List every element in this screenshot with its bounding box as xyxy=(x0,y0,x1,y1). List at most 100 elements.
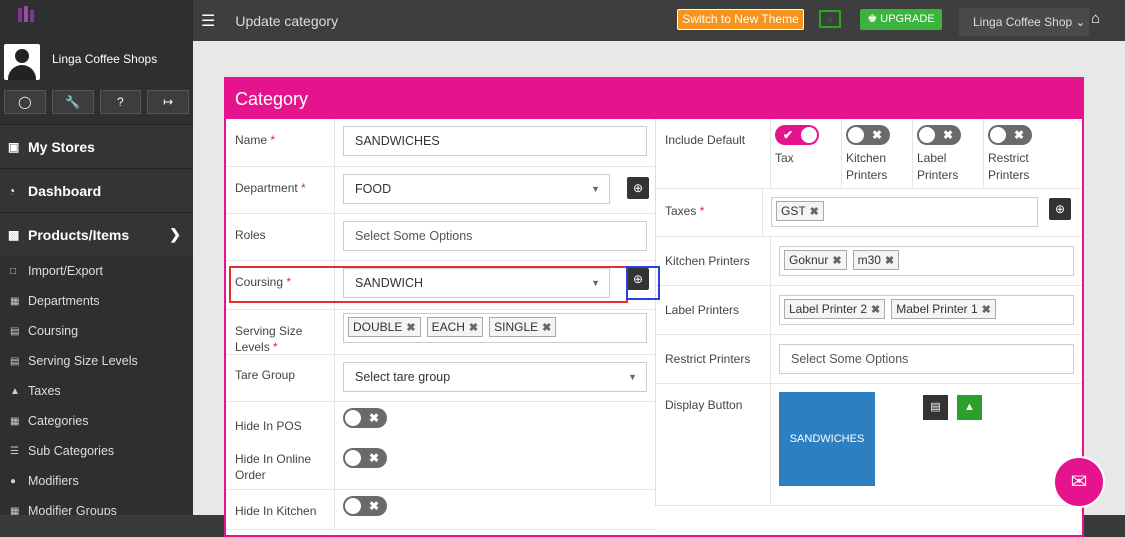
x-icon: ✖ xyxy=(871,128,882,142)
check-icon: ✔ xyxy=(783,128,794,142)
tools-button[interactable]: 🔧 xyxy=(51,90,94,114)
chevron-down-icon: ⌄ xyxy=(1075,15,1086,29)
chat-button[interactable]: ✉ xyxy=(1053,456,1105,508)
category-card: Category Name * SANDWICHES Department * … xyxy=(224,77,1084,537)
store-icon: ▣ xyxy=(8,139,20,154)
switch-theme-button[interactable]: Switch to New Theme xyxy=(677,9,804,30)
option-label: Label Printers xyxy=(917,151,959,182)
profile-button[interactable]: ◯ xyxy=(4,90,46,114)
label-printers-row: Label Printers Label Printer 2 ✖ Mabel Pr… xyxy=(656,286,1082,335)
remove-icon[interactable]: ✖ xyxy=(469,322,478,334)
home-icon[interactable]: ⌂ xyxy=(1091,10,1100,27)
serving-size-row: Serving Size Levels * DOUBLE ✖ EACH ✖ SING… xyxy=(226,310,655,355)
taxes-row: Taxes * GST ✖ ⊕ xyxy=(656,189,1082,237)
nav-taxes[interactable]: ▲ Taxes xyxy=(0,376,193,406)
tag-m30: m30 ✖ xyxy=(852,250,900,270)
dashboard-icon: ◔ xyxy=(8,183,16,198)
crown-icon: ♚ xyxy=(867,13,878,25)
nav-departments[interactable]: ▦ Departments xyxy=(0,286,193,316)
serving-size-label: Serving Size Levels * xyxy=(226,310,335,354)
include-tax-toggle[interactable]: ✔ xyxy=(775,125,819,145)
nav-label: Sub Categories xyxy=(28,444,115,458)
x-icon: ✖ xyxy=(368,451,379,465)
add-department-button[interactable]: ⊕ xyxy=(627,177,649,199)
remove-icon[interactable]: ✖ xyxy=(832,255,841,267)
tare-group-select[interactable]: Select tare group ▼ xyxy=(343,362,647,392)
label-printers-label: Label Printers xyxy=(656,286,771,334)
remove-icon[interactable]: ✖ xyxy=(982,304,991,316)
remove-icon[interactable]: ✖ xyxy=(885,255,894,267)
hide-online-row: Hide In Online Order ✖ xyxy=(226,442,655,490)
nav-modifier-groups[interactable]: ▦ Modifier Groups xyxy=(0,496,193,515)
image-gallery-button[interactable]: ▲ xyxy=(957,395,982,420)
store-name: Linga Coffee Shops xyxy=(52,52,158,66)
restrict-printers-input[interactable]: Select Some Options xyxy=(779,344,1074,374)
help-button[interactable]: ? xyxy=(99,90,142,114)
nav-modifiers[interactable]: ● Modifiers xyxy=(0,466,193,496)
include-label-printers-toggle[interactable]: ✖ xyxy=(917,125,961,145)
nav-label: Coursing xyxy=(28,324,79,338)
hide-pos-label: Hide In POS xyxy=(226,402,335,442)
include-tax-option: ✔ Tax xyxy=(771,119,842,189)
tax-icon: ▲ xyxy=(10,385,20,397)
tare-group-label: Tare Group xyxy=(226,355,335,401)
nav-dashboard[interactable]: ◔ Dashboard xyxy=(0,168,193,212)
nav-my-stores[interactable]: ▣ My Stores xyxy=(0,124,193,168)
image-upload-button[interactable]: ▤ xyxy=(923,395,948,420)
nav-label: Import/Export xyxy=(28,264,104,278)
serving-size-tags[interactable]: DOUBLE ✖ EACH ✖ SINGLE ✖ xyxy=(343,313,647,343)
roles-input[interactable]: Select Some Options xyxy=(343,221,647,251)
store-selector[interactable]: Linga Coffee Shop ⌄ xyxy=(959,8,1089,36)
option-label: Tax xyxy=(775,151,794,165)
remove-icon[interactable]: ✖ xyxy=(542,322,551,334)
nav-serving-size-levels[interactable]: ▤ Serving Size Levels xyxy=(0,346,193,376)
hide-kitchen-toggle[interactable]: ✖ xyxy=(343,496,387,516)
store-selector-label: Linga Coffee Shop xyxy=(973,15,1073,29)
page-title: Update category xyxy=(235,12,339,29)
dropdown-arrow-icon: ▼ xyxy=(591,184,600,194)
hide-pos-toggle[interactable]: ✖ xyxy=(343,408,387,428)
topbar: ☰ Update category Switch to New Theme ○ … xyxy=(193,0,1125,41)
kitchen-printers-row: Kitchen Printers Goknur ✖ m30 ✖ xyxy=(656,237,1082,286)
tare-group-row: Tare Group Select tare group ▼ xyxy=(226,355,655,402)
avatar[interactable] xyxy=(4,44,40,80)
hide-online-toggle[interactable]: ✖ xyxy=(343,448,387,468)
tare-group-placeholder: Select tare group xyxy=(355,370,451,384)
name-input[interactable]: SANDWICHES xyxy=(343,126,647,156)
include-kitchen-printers-toggle[interactable]: ✖ xyxy=(846,125,890,145)
department-select[interactable]: FOOD ▼ xyxy=(343,174,610,204)
remove-icon[interactable]: ✖ xyxy=(406,322,415,334)
hide-kitchen-label: Hide In Kitchen xyxy=(226,490,335,529)
taxes-tags[interactable]: GST ✖ xyxy=(771,197,1038,227)
nav-label: My Stores xyxy=(28,138,95,155)
nav-label: Departments xyxy=(28,294,100,308)
profile: Linga Coffee Shops xyxy=(0,42,193,88)
name-label: Name * xyxy=(226,119,335,166)
kitchen-printers-tags[interactable]: Goknur ✖ m30 ✖ xyxy=(779,246,1074,276)
include-restrict-printers-toggle[interactable]: ✖ xyxy=(988,125,1032,145)
nav-products-items[interactable]: ▩ Products/Items ❯ xyxy=(0,212,193,256)
roles-row: Roles Select Some Options xyxy=(226,214,655,261)
upgrade-button[interactable]: ♚ UPGRADE xyxy=(860,9,942,30)
display-button-preview[interactable]: SANDWICHES xyxy=(779,392,875,486)
nav-coursing[interactable]: ▤ Coursing xyxy=(0,316,193,346)
roles-label: Roles xyxy=(226,214,335,260)
hamburger-menu-icon[interactable]: ☰ xyxy=(201,11,215,31)
logout-button[interactable]: ↦ xyxy=(147,90,189,114)
remove-icon[interactable]: ✖ xyxy=(810,206,819,218)
remove-icon[interactable]: ✖ xyxy=(871,304,880,316)
nav-import-export[interactable]: □ Import/Export xyxy=(0,256,193,286)
tag-double: DOUBLE ✖ xyxy=(348,317,421,337)
department-row: Department * FOOD ▼ ⊕ xyxy=(226,167,655,214)
label-printers-tags[interactable]: Label Printer 2 ✖ Mabel Printer 1 ✖ xyxy=(779,295,1074,325)
tag-each: EACH ✖ xyxy=(426,317,484,337)
monitor-icon[interactable]: ○ xyxy=(819,10,841,28)
nav-sub-categories[interactable]: ☰ Sub Categories xyxy=(0,436,193,466)
nav-label: Categories xyxy=(28,414,89,428)
nav-categories[interactable]: ▦ Categories xyxy=(0,406,193,436)
include-restrict-printers-option: ✖ Restrict Printers xyxy=(984,119,1055,189)
tag-label-printer-2: Label Printer 2 ✖ xyxy=(784,299,886,319)
add-tax-button[interactable]: ⊕ xyxy=(1049,198,1071,220)
tag-goknur: Goknur ✖ xyxy=(784,250,847,270)
option-label: Kitchen Printers xyxy=(846,151,888,182)
